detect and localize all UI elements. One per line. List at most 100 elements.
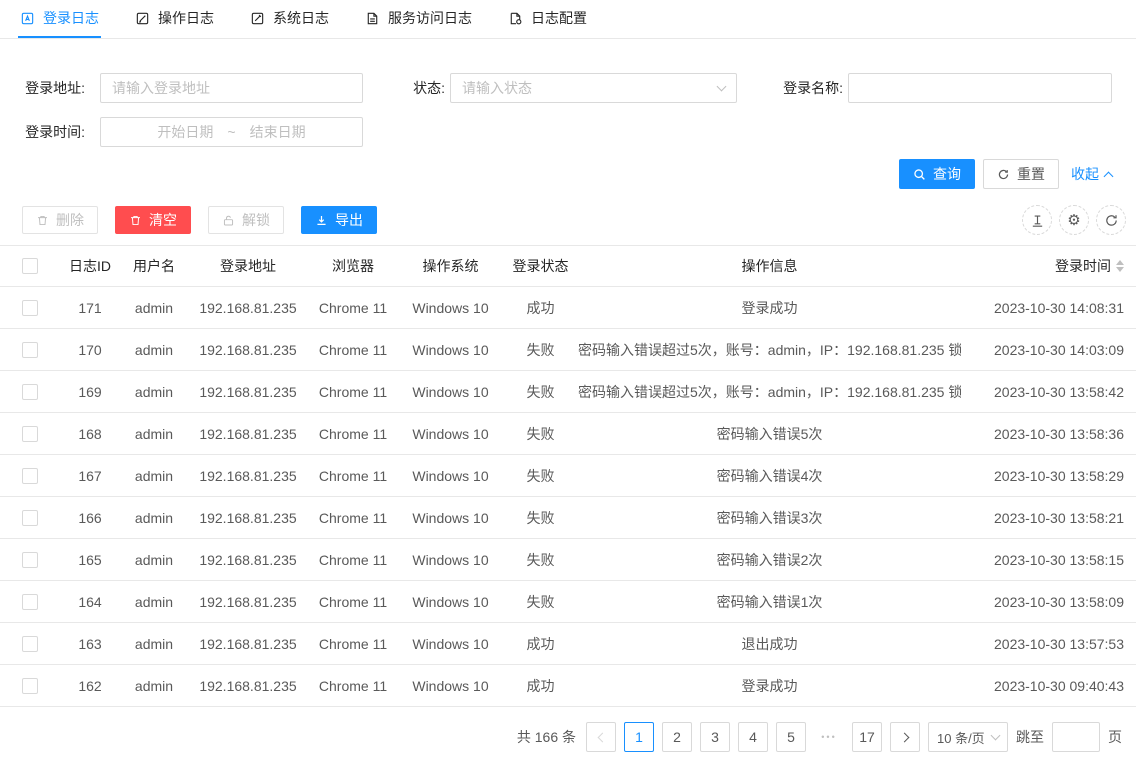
row-checkbox[interactable] (22, 342, 38, 358)
export-button[interactable]: 导出 (301, 206, 377, 234)
row-checkbox[interactable] (22, 678, 38, 694)
cell-log-id: 163 (60, 636, 120, 652)
select-all-checkbox[interactable] (22, 258, 38, 274)
tab-label: 系统日志 (273, 8, 329, 28)
pagination-page-button[interactable]: 4 (738, 722, 768, 752)
column-header-login-status: 登录状态 (503, 256, 578, 276)
cell-log-id: 166 (60, 510, 120, 526)
chevron-up-icon (1104, 171, 1114, 181)
trash-icon (129, 214, 142, 227)
row-checkbox[interactable] (22, 636, 38, 652)
sort-descending-icon[interactable] (1116, 267, 1124, 272)
cell-login-address: 192.168.81.235 (188, 552, 308, 568)
cell-message: 密码输入错误超过5次，账号：admin，IP：192.168.81.235 锁定… (578, 340, 961, 360)
cell-browser: Chrome 11 (308, 552, 398, 568)
pagination-page-button[interactable]: 2 (662, 722, 692, 752)
cell-login-address: 192.168.81.235 (188, 342, 308, 358)
cell-os: Windows 10 (398, 594, 503, 610)
cell-browser: Chrome 11 (308, 384, 398, 400)
row-checkbox[interactable] (22, 426, 38, 442)
trash-icon (36, 214, 49, 227)
cell-message: 密码输入错误1次 (578, 592, 961, 612)
tab-service-access-log[interactable]: 服务访问日志 (363, 0, 474, 38)
pagination-page-button[interactable]: 1 (624, 722, 654, 752)
login-address-input[interactable] (100, 73, 363, 103)
row-density-button[interactable] (1022, 205, 1052, 235)
tab-log-config[interactable]: 日志配置 (506, 0, 589, 38)
tab-operation-log[interactable]: 操作日志 (133, 0, 216, 38)
cell-os: Windows 10 (398, 468, 503, 484)
chevron-right-icon (899, 732, 909, 742)
cell-browser: Chrome 11 (308, 426, 398, 442)
cell-message: 密码输入错误2次 (578, 550, 961, 570)
pagination-page-button[interactable]: 3 (700, 722, 730, 752)
edit-square-icon (250, 11, 265, 26)
pagination-page-button[interactable]: 17 (852, 722, 882, 752)
cell-username: admin (120, 594, 188, 610)
date-range-separator: ~ (227, 124, 235, 140)
row-checkbox[interactable] (22, 552, 38, 568)
cell-message: 退出成功 (578, 634, 961, 654)
filter-actions: 查询 重置 收起 (899, 159, 1112, 189)
pagination-next-button[interactable] (890, 722, 920, 752)
file-gear-icon (508, 11, 523, 26)
cell-login-address: 192.168.81.235 (188, 384, 308, 400)
search-button[interactable]: 查询 (899, 159, 975, 189)
cell-login-status: 失败 (503, 550, 578, 570)
cell-browser: Chrome 11 (308, 594, 398, 610)
row-checkbox[interactable] (22, 468, 38, 484)
column-settings-button[interactable]: ⚙ (1059, 205, 1089, 235)
edit-square-icon (135, 11, 150, 26)
date-range-picker[interactable]: 开始日期 ~ 结束日期 (100, 117, 363, 147)
table-row: 170 admin 192.168.81.235 Chrome 11 Windo… (0, 329, 1136, 371)
column-header-login-time-sortable[interactable]: 登录时间 (961, 256, 1136, 276)
tab-label: 日志配置 (531, 8, 587, 28)
table-header-row: 日志ID 用户名 登录地址 浏览器 操作系统 登录状态 操作信息 登录时间 (0, 245, 1136, 287)
cell-login-address: 192.168.81.235 (188, 594, 308, 610)
cell-login-time: 2023-10-30 14:03:09 (961, 342, 1136, 358)
cell-login-status: 失败 (503, 466, 578, 486)
page-size-select[interactable]: 10 条/页 (928, 722, 1008, 752)
tab-system-log[interactable]: 系统日志 (248, 0, 331, 38)
chevron-left-icon (597, 732, 607, 742)
unlock-button[interactable]: 解锁 (208, 206, 284, 234)
table-toolbar: 删除 清空 解锁 导出 (0, 195, 1136, 245)
collapse-link-label: 收起 (1071, 164, 1099, 184)
table-row: 166 admin 192.168.81.235 Chrome 11 Windo… (0, 497, 1136, 539)
row-checkbox[interactable] (22, 510, 38, 526)
cell-log-id: 169 (60, 384, 120, 400)
search-button-label: 查询 (933, 164, 961, 184)
cell-login-time: 2023-10-30 13:57:53 (961, 636, 1136, 652)
status-label: 状态: (395, 73, 445, 103)
pagination-page-button[interactable]: 5 (776, 722, 806, 752)
cell-message: 密码输入错误超过5次，账号：admin，IP：192.168.81.235 锁定… (578, 382, 961, 402)
tab-login-log[interactable]: 登录日志 (18, 0, 101, 38)
login-name-input[interactable] (848, 73, 1112, 103)
cell-log-id: 167 (60, 468, 120, 484)
delete-button[interactable]: 删除 (22, 206, 98, 234)
cell-username: admin (120, 678, 188, 694)
file-icon (365, 11, 380, 26)
sort-ascending-icon[interactable] (1116, 260, 1124, 265)
pagination-ellipsis: ••• (814, 722, 844, 752)
cell-username: admin (120, 510, 188, 526)
pagination-prev-button[interactable] (586, 722, 616, 752)
row-checkbox[interactable] (22, 384, 38, 400)
cell-browser: Chrome 11 (308, 342, 398, 358)
cell-log-id: 168 (60, 426, 120, 442)
refresh-button[interactable] (1096, 205, 1126, 235)
cell-browser: Chrome 11 (308, 678, 398, 694)
table-body: 171 admin 192.168.81.235 Chrome 11 Windo… (0, 287, 1136, 707)
log-tabs: 登录日志 操作日志 系统日志 服务访问日志 (0, 0, 1136, 39)
cell-message: 密码输入错误3次 (578, 508, 961, 528)
clear-button[interactable]: 清空 (115, 206, 191, 234)
login-log-page: 登录日志 操作日志 系统日志 服务访问日志 (0, 0, 1136, 776)
status-select[interactable]: 请输入状态 (450, 73, 737, 103)
cell-message: 登录成功 (578, 676, 961, 696)
row-checkbox[interactable] (22, 300, 38, 316)
row-checkbox[interactable] (22, 594, 38, 610)
collapse-link[interactable]: 收起 (1071, 164, 1112, 184)
jump-page-input[interactable] (1052, 722, 1100, 752)
cell-login-time: 2023-10-30 13:58:36 (961, 426, 1136, 442)
reset-button[interactable]: 重置 (983, 159, 1059, 189)
